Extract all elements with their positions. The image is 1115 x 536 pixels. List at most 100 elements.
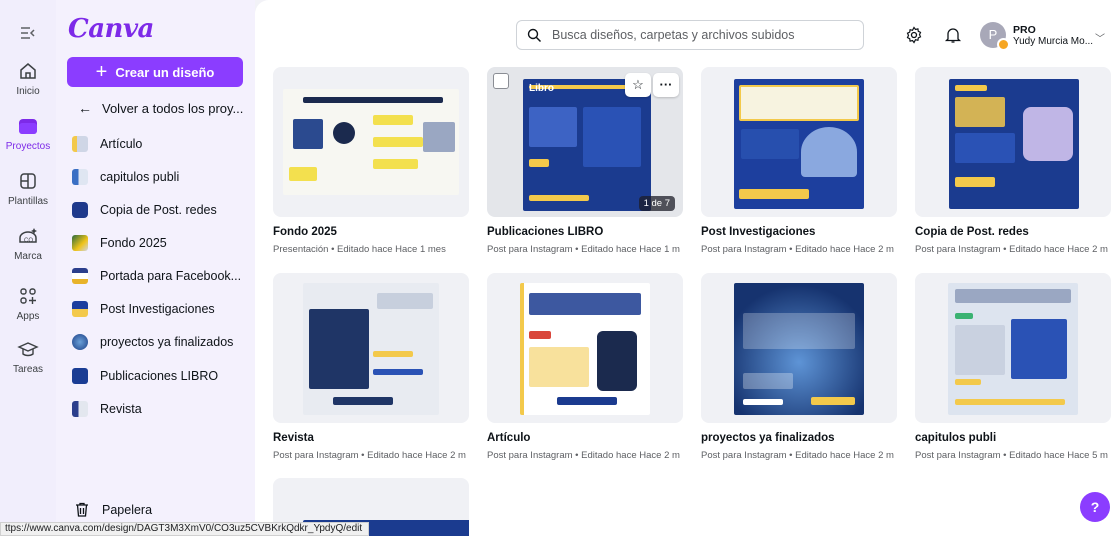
page-count-badge: 1 de 7	[638, 196, 675, 211]
svg-text:CO: CO	[24, 238, 33, 244]
create-design-label: Crear un diseño	[115, 64, 215, 80]
design-thumbnail[interactable]	[701, 67, 897, 217]
folder-item-copia-post-redes[interactable]: Copia de Post. redes	[72, 197, 217, 223]
create-design-button[interactable]: + Crear un diseño	[67, 57, 243, 87]
folder-thumbnail	[72, 136, 88, 152]
avatar[interactable]: P	[980, 22, 1010, 51]
rail-label: Apps	[16, 311, 40, 322]
design-card-capitulos-publi[interactable]: capitulos publi Post para Instagram • Ed…	[915, 273, 1111, 461]
folder-thumbnail	[72, 334, 88, 350]
menu-toggle[interactable]	[0, 22, 56, 44]
design-meta: Post para Instagram • Editado hace Hace …	[487, 450, 680, 461]
account-name[interactable]: Yudy Murcia Mo...	[1013, 36, 1093, 47]
avatar-initial: P	[988, 27, 998, 42]
folder-item-portada-facebook[interactable]: Portada para Facebook...	[72, 263, 241, 289]
design-card-publicaciones-libro[interactable]: Libro ☆ ··· 1 de 7 Publicaciones LIBRO P…	[487, 67, 683, 255]
design-card-revista[interactable]: Revista Post para Instagram • Editado ha…	[273, 273, 469, 461]
rail-item-plantillas[interactable]: Plantillas	[0, 170, 56, 207]
design-thumbnail[interactable]	[273, 273, 469, 423]
design-title[interactable]: proyectos ya finalizados	[701, 432, 897, 444]
design-meta: Post para Instagram • Editado hace Hace …	[915, 450, 1108, 461]
design-title[interactable]: Artículo	[487, 432, 683, 444]
top-bar: P PRO Yudy Murcia Mo... ﹀	[255, 0, 1115, 62]
rail-label: Proyectos	[5, 141, 51, 152]
folder-item-post-investigaciones[interactable]: Post Investigaciones	[72, 296, 215, 322]
rail-item-inicio[interactable]: Inicio	[0, 60, 56, 97]
templates-icon	[20, 173, 36, 189]
rail-item-apps[interactable]: Apps	[0, 285, 56, 322]
main-content: P PRO Yudy Murcia Mo... ﹀ Fondo 2025 Pre…	[255, 0, 1115, 536]
design-card-copia-post-redes[interactable]: Copia de Post. redes Post para Instagram…	[915, 67, 1111, 255]
folder-thumbnail	[72, 169, 88, 185]
settings-gear-icon[interactable]	[905, 26, 923, 44]
rail-item-marca[interactable]: CO Marca	[0, 225, 56, 262]
canva-logo[interactable]: Canva	[68, 14, 154, 44]
tasks-icon	[17, 342, 39, 357]
design-title[interactable]: Fondo 2025	[273, 226, 469, 238]
brand-icon: CO	[19, 228, 37, 244]
rail-label: Tareas	[12, 364, 43, 375]
design-title[interactable]: Revista	[273, 432, 469, 444]
design-card-proyectos-finalizados[interactable]: proyectos ya finalizados Post para Insta…	[701, 273, 897, 461]
folder-thumbnail	[72, 235, 88, 251]
account-plan: PRO	[1013, 24, 1036, 36]
folder-thumbnail	[72, 202, 88, 218]
help-button[interactable]: ?	[1080, 492, 1110, 522]
more-options-icon[interactable]: ···	[653, 73, 679, 97]
design-card-fondo-2025[interactable]: Fondo 2025 Presentación • Editado hace H…	[273, 67, 469, 255]
select-checkbox[interactable]	[493, 73, 509, 89]
folder-thumbnail	[72, 301, 88, 317]
chevron-down-icon[interactable]: ﹀	[1095, 30, 1105, 45]
folder-label: Fondo 2025	[100, 236, 167, 250]
trash-link[interactable]: Papelera	[74, 502, 152, 518]
rail-label: Plantillas	[7, 196, 49, 207]
notifications-bell-icon[interactable]	[944, 26, 962, 44]
design-title[interactable]: capitulos publi	[915, 432, 1111, 444]
search-input[interactable]	[552, 28, 852, 42]
folder-label: Copia de Post. redes	[100, 203, 217, 217]
back-to-projects-link[interactable]: ← Volver a todos los proy...	[78, 100, 243, 116]
design-thumbnail[interactable]	[273, 67, 469, 217]
folder-label: Publicaciones LIBRO	[100, 369, 219, 383]
collapse-menu-icon	[21, 27, 35, 39]
rail-item-proyectos[interactable]: Proyectos	[0, 115, 56, 152]
design-title[interactable]: Publicaciones LIBRO	[487, 226, 683, 238]
pro-badge-icon	[997, 38, 1010, 51]
back-label: Volver a todos los proy...	[102, 100, 244, 116]
search-box[interactable]	[516, 20, 864, 50]
thumb-heading: Libro	[529, 83, 554, 94]
plus-icon: +	[95, 61, 108, 83]
rail-item-tareas[interactable]: Tareas	[0, 338, 56, 375]
design-title[interactable]: Post Investigaciones	[701, 226, 897, 238]
folder-item-articulo[interactable]: Artículo	[72, 131, 142, 157]
side-panel: Canva + Crear un diseño ← Volver a todos…	[56, 0, 255, 536]
folder-item-fondo-2025[interactable]: Fondo 2025	[72, 230, 167, 256]
trash-icon	[76, 502, 88, 517]
folder-icon	[19, 119, 37, 134]
design-card-post-investigaciones[interactable]: Post Investigaciones Post para Instagram…	[701, 67, 897, 255]
arrow-left-icon: ←	[78, 100, 92, 116]
folder-label: proyectos ya finalizados	[100, 335, 234, 349]
design-thumbnail[interactable]	[487, 273, 683, 423]
rail-label: Marca	[14, 251, 42, 262]
design-meta: Post para Instagram • Editado hace Hace …	[487, 244, 680, 255]
design-meta: Post para Instagram • Editado hace Hace …	[701, 244, 894, 255]
folder-item-proyectos-finalizados[interactable]: proyectos ya finalizados	[72, 329, 233, 355]
folder-item-publicaciones-libro[interactable]: Publicaciones LIBRO	[72, 363, 218, 389]
left-rail: Inicio Proyectos Plantillas CO Marca App…	[0, 0, 56, 536]
folder-thumbnail	[72, 368, 88, 384]
design-meta: Presentación • Editado hace Hace 1 mes	[273, 244, 446, 255]
design-thumbnail[interactable]: Libro ☆ ··· 1 de 7	[487, 67, 683, 217]
design-title[interactable]: Copia de Post. redes	[915, 226, 1111, 238]
folder-thumbnail	[72, 401, 88, 417]
design-thumbnail[interactable]	[701, 273, 897, 423]
folder-label: Revista	[100, 402, 142, 416]
folder-item-revista[interactable]: Revista	[72, 396, 142, 422]
star-icon[interactable]: ☆	[625, 73, 651, 97]
folder-thumbnail	[72, 268, 88, 284]
folder-item-capitulos-publi[interactable]: capitulos publi	[72, 164, 179, 190]
design-thumbnail[interactable]	[915, 273, 1111, 423]
design-meta: Post para Instagram • Editado hace Hace …	[915, 244, 1108, 255]
design-card-articulo[interactable]: Artículo Post para Instagram • Editado h…	[487, 273, 683, 461]
design-thumbnail[interactable]	[915, 67, 1111, 217]
